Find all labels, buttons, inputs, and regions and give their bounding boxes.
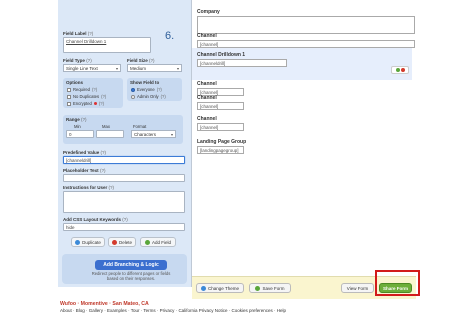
field-input[interactable]: [channeldrill] — [197, 59, 287, 67]
admin-only-radio[interactable] — [131, 94, 135, 99]
theme-icon — [201, 285, 207, 291]
branching-note: Redirect people to different pages or fi… — [91, 271, 171, 281]
field-type-title: Field Type (?) — [63, 58, 92, 63]
range-max-input[interactable] — [96, 130, 124, 138]
field-input[interactable]: [channel] — [197, 40, 415, 48]
change-theme-button[interactable]: Change Theme — [196, 283, 244, 293]
save-form-button[interactable]: Save Form — [249, 283, 291, 293]
field-input[interactable]: [channel] — [197, 123, 244, 131]
field-input[interactable]: [channel] — [197, 102, 244, 110]
form-field-channel-3[interactable]: Channel [channel] — [197, 95, 244, 110]
step-number: 6. — [165, 30, 175, 42]
no-duplicates-checkbox[interactable] — [67, 94, 71, 99]
range-title: Range (?) — [66, 117, 87, 122]
field-input[interactable]: [landingpagegroup] — [197, 146, 244, 154]
site-links: About · Blog · Gallery · Examples · Tour… — [60, 308, 287, 313]
required-checkbox[interactable] — [67, 87, 71, 92]
range-max-label: Max — [102, 124, 110, 129]
add-icon — [144, 239, 150, 245]
delete-button[interactable]: Delete — [108, 237, 136, 247]
link-blog[interactable]: Blog — [76, 308, 85, 313]
site-brand: Wufoo · Momentive · San Mateo, CA — [60, 301, 149, 307]
show-field-title: Show Field to — [130, 80, 160, 85]
save-icon — [255, 285, 261, 291]
option-no-duplicates[interactable]: No Duplicates (?) — [67, 94, 106, 99]
field-size-select[interactable]: Medium ▾ — [127, 64, 182, 72]
form-field-channel-2[interactable]: Channel [channel] — [197, 81, 244, 96]
form-field-channel-4[interactable]: Channel [channel] — [197, 116, 244, 131]
chevron-down-icon: ▾ — [170, 132, 173, 137]
field-label: Channel — [197, 81, 217, 87]
link-terms[interactable]: Terms — [143, 308, 155, 313]
css-keywords-input[interactable]: hide — [63, 223, 185, 231]
link-tour[interactable]: Tour — [131, 308, 140, 313]
placeholder-text-title: Placeholder Text (?) — [63, 168, 106, 173]
view-form-button[interactable]: View Form — [341, 283, 374, 293]
options-title: Options — [66, 80, 83, 85]
field-action-icons — [391, 66, 409, 74]
add-branching-logic-button[interactable]: Add Branching & Logic — [95, 260, 167, 270]
lock-icon — [93, 102, 97, 105]
option-encrypted[interactable]: Encrypted (?) — [67, 101, 104, 106]
field-label: Company — [197, 9, 220, 15]
form-field-landing-page-group[interactable]: Landing Page Group [landingpagegroup] — [197, 139, 246, 154]
add-field-button[interactable]: Add Field — [140, 237, 176, 247]
range-min-label: Min — [74, 124, 81, 129]
field-label: Channel Drilldown 1 — [197, 52, 246, 58]
instructions-title: Instructions for User (?) — [63, 185, 115, 190]
predefined-value-title: Predefined Value (?) — [63, 150, 107, 155]
link-about[interactable]: About — [60, 308, 72, 313]
link-examples[interactable]: Examples — [107, 308, 127, 313]
form-field-channel-drilldown[interactable]: Channel Drilldown 1 [channeldrill] — [197, 52, 287, 67]
link-privacy[interactable]: Privacy — [160, 308, 175, 313]
chevron-down-icon: ▾ — [176, 66, 179, 71]
link-help[interactable]: Help — [277, 308, 286, 313]
field-label-title: Field Label (?) — [63, 31, 94, 36]
range-format-label: Format — [133, 124, 147, 129]
field-input[interactable] — [197, 16, 415, 34]
link-cookies[interactable]: Cookies preferences — [231, 308, 272, 313]
field-label-input[interactable]: Channel Drilldown 1 — [63, 37, 151, 53]
predefined-value-input[interactable]: [channeldrill] — [63, 156, 185, 164]
field-type-select[interactable]: Single Line Text ▾ — [63, 64, 121, 72]
delete-icon — [111, 239, 117, 245]
form-field-channel-1[interactable]: Channel [channel] — [197, 33, 415, 48]
field-size-title: Field Size (?) — [127, 58, 155, 63]
link-california-privacy[interactable]: California Privacy Notice — [178, 308, 227, 313]
duplicate-button[interactable]: Duplicate — [71, 237, 105, 247]
field-label: Channel — [197, 33, 217, 39]
panel-divider — [191, 0, 192, 287]
duplicate-icon — [75, 239, 81, 245]
css-keywords-title: Add CSS Layout Keywords (?) — [63, 217, 128, 222]
add-icon[interactable] — [395, 68, 400, 72]
delete-icon[interactable] — [400, 68, 405, 72]
chevron-down-icon: ▾ — [115, 66, 118, 71]
encrypted-checkbox[interactable] — [67, 101, 71, 106]
form-field-company[interactable]: Company — [197, 9, 415, 34]
share-form-button[interactable]: Share Form — [379, 283, 412, 293]
placeholder-text-input[interactable] — [63, 174, 185, 182]
field-label: Channel — [197, 95, 217, 101]
range-format-select[interactable]: Characters ▾ — [131, 130, 176, 138]
option-required[interactable]: Required (?) — [67, 87, 97, 92]
everyone-radio[interactable] — [131, 87, 135, 92]
range-min-input[interactable]: 0 — [66, 130, 94, 138]
show-admin-only[interactable]: Admin Only (?) — [131, 94, 166, 99]
field-label: Landing Page Group — [197, 139, 247, 145]
field-label: Channel — [197, 116, 217, 122]
instructions-textarea[interactable] — [63, 191, 185, 213]
show-everyone[interactable]: Everyone (?) — [131, 87, 162, 92]
link-gallery[interactable]: Gallery — [89, 308, 103, 313]
